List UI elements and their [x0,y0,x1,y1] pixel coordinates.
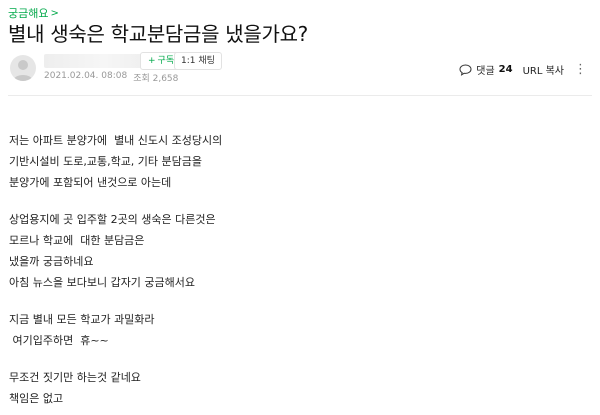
body-line: 지금 별내 모든 학교가 과밀화라 [9,313,155,326]
more-options-icon[interactable]: ⋮ [574,62,587,77]
body-line: 냈을까 궁금하네요 [9,255,94,268]
body-line: 저는 아파트 분양가에 별내 신도시 조성당시의 [9,134,223,147]
body-line: 무조건 짓기만 하는것 같네요 [9,371,141,384]
post-actions: 댓글 24 URL 복사 ⋮ [459,62,587,77]
body-line: 모르나 학교에 대한 분담금은 [9,234,145,247]
post-title: 별내 생숙은 학교분담금을 냈을가요? [8,22,308,46]
chevron-right-icon: > [50,7,59,19]
default-avatar-icon [13,60,33,81]
comment-icon [459,63,472,76]
divider [8,95,592,96]
body-line: 아침 뉴스을 보다보니 갑자기 궁금해서요 [9,276,196,289]
body-line-blank [9,193,222,209]
body-line-blank [9,293,222,309]
post-date: 2021.02.04. 08:08 [44,71,128,81]
comment-label: 댓글 [476,66,495,77]
body-line: 상업용지에 곳 입주할 2곳의 생숙은 다른것은 [9,213,216,226]
body-line: 여기입주하면 휴~~ [9,334,109,347]
post-body: 저는 아파트 분양가에 별내 신도시 조성당시의 기반시설비 도로,교통,학교,… [9,130,222,409]
avatar[interactable] [10,55,36,81]
follow-label: 구독 [157,56,175,66]
body-line: 분양가에 포함되어 낸것으로 아는데 [9,176,172,189]
body-line: 책임은 없고 [9,392,64,405]
comment-count: 24 [498,64,513,75]
url-copy-button[interactable]: URL 복사 [523,62,564,77]
chat-button[interactable]: 1:1 채팅 [174,52,222,70]
body-line: 기반시설비 도로,교통,학교, 기타 분담금을 [9,155,203,168]
comment-link[interactable]: 댓글 24 [459,62,513,77]
view-count: 조회 2,658 [133,74,179,84]
post-meta: 2021.02.04. 08:08 조회 2,658 [44,71,178,84]
plus-icon: + [148,56,156,66]
body-line-blank [9,351,222,367]
